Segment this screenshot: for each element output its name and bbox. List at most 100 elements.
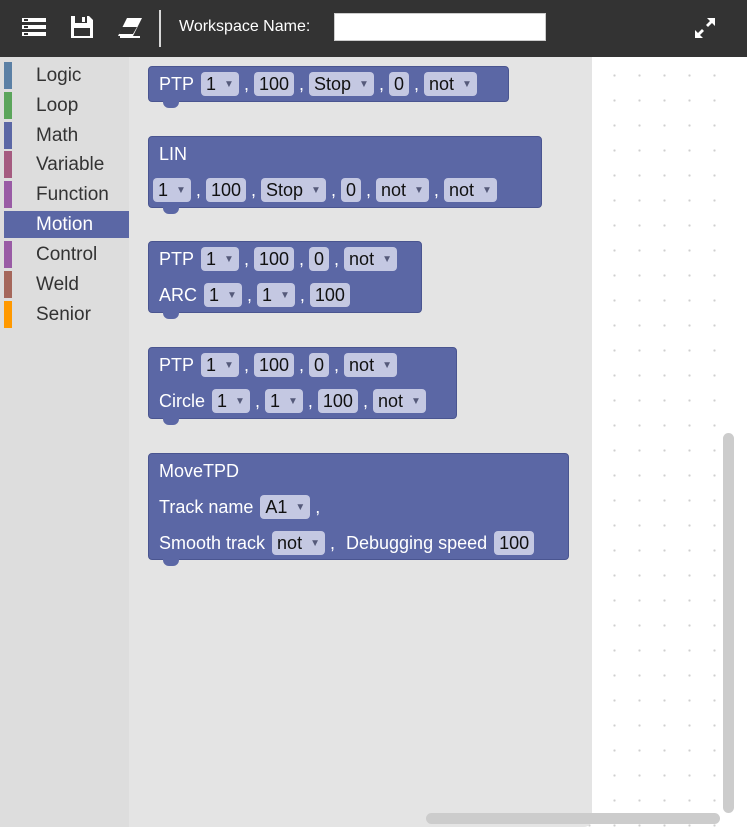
dropdown-arrow-icon: ▼ <box>176 184 186 196</box>
ptp-circle-block[interactable]: PTP 1 ▼ , 100 , 0 , not ▼ Circle 1 ▼ , 1 ▼ ,… <box>148 347 457 425</box>
menu-lines-icon[interactable] <box>20 12 48 42</box>
dropdown-arrow-icon: ▼ <box>311 184 321 196</box>
offset-dropdown[interactable]: not ▼ <box>344 353 397 377</box>
category-color-bar <box>4 271 12 298</box>
workspace-name-input[interactable] <box>334 13 546 41</box>
floppy-disk-icon[interactable] <box>68 12 96 42</box>
block-label: ARC <box>159 284 198 305</box>
stop-dropdown[interactable]: Stop ▼ <box>309 72 374 96</box>
ptp-block[interactable]: PTP 1 ▼ , 100 , Stop ▼ , 0 , not ▼ <box>148 66 509 108</box>
smooth-track-label: Smooth track <box>159 532 266 553</box>
speed-field[interactable]: 100 <box>309 283 350 307</box>
point-dropdown[interactable]: 1 ▼ <box>153 178 191 202</box>
dropdown-arrow-icon: ▼ <box>227 289 237 301</box>
canvas-edge <box>737 57 747 827</box>
mid-point-dropdown[interactable]: 1 ▼ <box>212 389 250 413</box>
category-color-bar <box>4 211 12 238</box>
dropdown-arrow-icon: ▼ <box>287 395 298 407</box>
offset-dropdown[interactable]: not ▼ <box>375 178 429 202</box>
point-dropdown[interactable]: 1 ▼ <box>201 353 239 377</box>
category-color-bar <box>4 92 12 119</box>
category-label: Loop <box>36 94 79 116</box>
separator: , <box>307 390 313 411</box>
toolbar-divider <box>159 10 161 47</box>
separator: , <box>330 179 336 200</box>
category-function[interactable]: Function <box>4 181 129 208</box>
dropdown-arrow-icon: ▼ <box>414 184 424 196</box>
workspace-name-label: Workspace Name: <box>179 18 311 35</box>
lin-block[interactable]: LIN 1 ▼ , 100 , Stop ▼ , 0 , not ▼ , not ▼ <box>148 136 542 214</box>
smooth-track-dropdown[interactable]: not ▼ <box>272 531 325 555</box>
category-label: Weld <box>36 273 79 295</box>
separator: , <box>299 284 305 305</box>
separator: , <box>254 390 260 411</box>
separator: , <box>315 496 321 517</box>
track-name-dropdown[interactable]: A1 ▼ <box>260 495 311 519</box>
dropdown-arrow-icon: ▼ <box>310 537 320 549</box>
block-label: MoveTPD <box>159 460 240 481</box>
separator: , <box>243 248 249 269</box>
separator: , <box>195 179 201 200</box>
ptp-arc-block[interactable]: PTP 1 ▼ , 100 , 0 , not ▼ ARC 1 ▼ , 1 ▼ , 10… <box>148 241 422 319</box>
separator: , <box>243 73 249 94</box>
horizontal-scrollbar[interactable] <box>426 813 720 824</box>
speed-field[interactable]: 100 <box>253 247 294 271</box>
category-math[interactable]: Math <box>4 122 129 149</box>
speed-field[interactable]: 100 <box>205 178 246 202</box>
end-point-dropdown[interactable]: 1 ▼ <box>256 283 295 307</box>
offset-dropdown[interactable]: not ▼ <box>424 72 477 96</box>
point-dropdown[interactable]: 1 ▼ <box>201 247 239 271</box>
dropdown-arrow-icon: ▼ <box>295 501 306 513</box>
point-dropdown[interactable]: 1 ▼ <box>201 72 239 96</box>
category-label: Motion <box>36 213 94 235</box>
value-field[interactable]: 0 <box>388 72 409 96</box>
speed-field[interactable]: 100 <box>253 353 294 377</box>
separator: , <box>243 354 249 375</box>
movetpd-block[interactable]: MoveTPD Track name A1 ▼ , Smooth track no… <box>148 453 569 566</box>
dropdown-arrow-icon: ▼ <box>224 253 234 265</box>
category-color-bar <box>4 241 12 268</box>
category-motion[interactable]: Motion <box>4 211 129 238</box>
category-senior[interactable]: Senior <box>4 301 129 328</box>
block-label: LIN <box>159 143 188 164</box>
dropdown-arrow-icon: ▼ <box>279 289 290 301</box>
stop-dropdown[interactable]: Stop ▼ <box>261 178 326 202</box>
expand-icon[interactable] <box>691 13 719 43</box>
speed-field[interactable]: 100 <box>317 389 358 413</box>
value-field[interactable]: 0 <box>309 247 330 271</box>
block-flyout: PTP 1 ▼ , 100 , Stop ▼ , 0 , not ▼ LIN 1 ▼ ,… <box>129 57 592 827</box>
dropdown-arrow-icon: ▼ <box>224 78 234 90</box>
separator: , <box>250 179 256 200</box>
category-label: Senior <box>36 303 91 325</box>
block-label: PTP <box>159 354 195 375</box>
category-label: Logic <box>36 64 82 86</box>
offset-dropdown[interactable]: not ▼ <box>372 389 426 413</box>
category-logic[interactable]: Logic <box>4 62 129 89</box>
offset-dropdown[interactable]: not ▼ <box>344 247 397 271</box>
category-weld[interactable]: Weld <box>4 271 129 298</box>
separator: , <box>334 248 340 269</box>
category-loop[interactable]: Loop <box>4 92 129 119</box>
dropdown-arrow-icon: ▼ <box>410 395 421 407</box>
category-label: Variable <box>36 153 105 175</box>
separator: , <box>246 284 252 305</box>
value-field[interactable]: 0 <box>340 178 361 202</box>
category-control[interactable]: Control <box>4 241 129 268</box>
value-field[interactable]: 0 <box>309 353 330 377</box>
end-point-dropdown[interactable]: 1 ▼ <box>264 389 303 413</box>
category-label: Math <box>36 124 79 146</box>
search-dropdown[interactable]: not ▼ <box>443 178 497 202</box>
dropdown-arrow-icon: ▼ <box>224 359 234 371</box>
speed-field[interactable]: 100 <box>253 72 294 96</box>
debugging-speed-label: Debugging speed <box>346 532 488 553</box>
mid-point-dropdown[interactable]: 1 ▼ <box>204 283 242 307</box>
top-toolbar: Workspace Name: <box>0 0 747 57</box>
category-variable[interactable]: Variable <box>4 151 129 178</box>
category-label: Function <box>36 183 109 205</box>
separator: , <box>433 179 439 200</box>
eraser-icon[interactable] <box>116 12 144 42</box>
separator: , <box>334 354 340 375</box>
vertical-scrollbar[interactable] <box>723 433 734 813</box>
debugging-speed-field[interactable]: 100 <box>494 531 535 555</box>
block-label: PTP <box>159 248 195 269</box>
